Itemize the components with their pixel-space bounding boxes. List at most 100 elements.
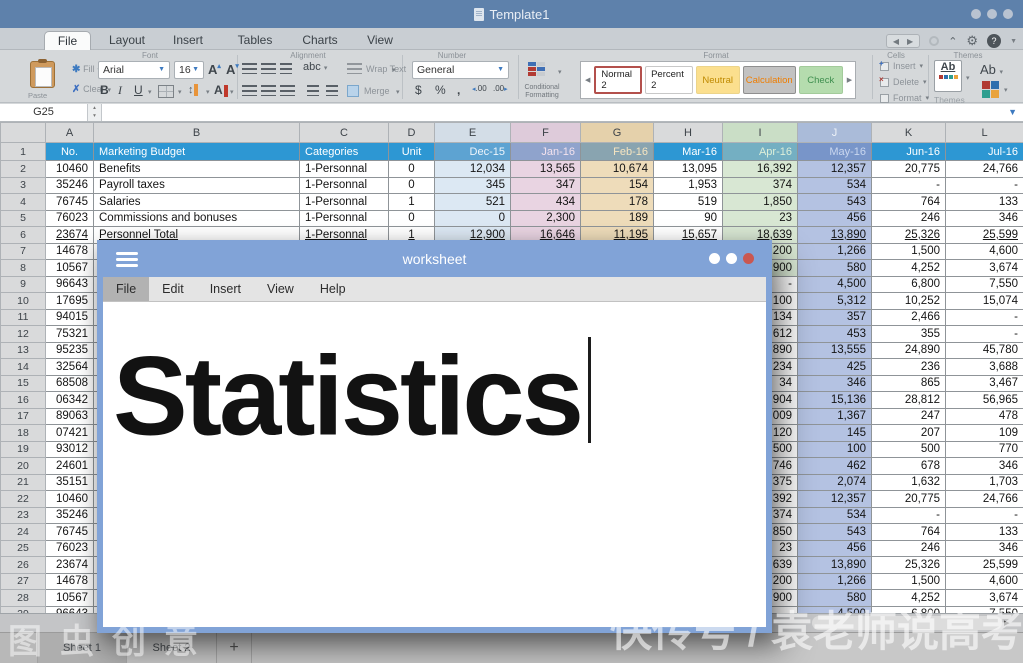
borders-caret-icon[interactable]: ▾ <box>178 88 182 96</box>
row-header[interactable]: 27 <box>1 573 46 590</box>
cell[interactable]: - <box>872 177 946 194</box>
cell[interactable]: 534 <box>798 177 872 194</box>
cell[interactable]: 2,300 <box>511 210 581 227</box>
cell[interactable]: 32564 <box>46 359 94 376</box>
conditional-formatting-caret-icon[interactable]: ▾ <box>558 68 562 76</box>
cell[interactable]: 24,890 <box>872 342 946 359</box>
cell[interactable]: 75321 <box>46 326 94 343</box>
style-chip-normal-2[interactable]: Normal 2 <box>594 66 642 94</box>
comma-button[interactable]: , <box>457 83 460 97</box>
cell[interactable]: 1-Personnal <box>300 194 389 211</box>
cell[interactable]: 1,632 <box>872 474 946 491</box>
cell[interactable]: 1,500 <box>872 573 946 590</box>
themes-caret-icon[interactable]: ▾ <box>966 74 970 82</box>
cell[interactable]: 500 <box>872 441 946 458</box>
cell[interactable]: 189 <box>581 210 654 227</box>
worksheet-menu-file[interactable]: File <box>103 277 149 301</box>
cell[interactable]: 0 <box>435 210 511 227</box>
cell[interactable]: 4,600 <box>946 573 1023 590</box>
cell[interactable]: 35246 <box>46 507 94 524</box>
col-header-H[interactable]: H <box>654 123 723 143</box>
cell[interactable]: 25,326 <box>872 227 946 244</box>
row-header[interactable]: 28 <box>1 590 46 607</box>
cell[interactable]: 10567 <box>46 590 94 607</box>
cell[interactable]: 534 <box>798 507 872 524</box>
row-header[interactable]: 13 <box>1 342 46 359</box>
row-header[interactable]: 29 <box>1 606 46 613</box>
cell[interactable]: 35151 <box>46 474 94 491</box>
theme-colors-caret-icon[interactable]: ▾ <box>1004 86 1008 94</box>
row-header[interactable]: 15 <box>1 375 46 392</box>
cell[interactable]: 374 <box>723 177 798 194</box>
header-cell[interactable]: Jun-16 <box>872 143 946 161</box>
increase-indent-button[interactable] <box>326 85 338 96</box>
cell[interactable]: 478 <box>946 408 1023 425</box>
cell[interactable]: 14678 <box>46 573 94 590</box>
header-cell[interactable]: Jul-16 <box>946 143 1023 161</box>
cell[interactable]: 1-Personnal <box>300 210 389 227</box>
cell[interactable]: Salaries <box>94 194 300 211</box>
cell[interactable]: 236 <box>872 359 946 376</box>
italic-button[interactable]: I <box>118 83 122 98</box>
cell[interactable]: 764 <box>872 194 946 211</box>
scroll-right-icon[interactable]: ▸ <box>1004 616 1010 629</box>
cell[interactable]: 246 <box>872 540 946 557</box>
cell[interactable]: 1,367 <box>798 408 872 425</box>
window-controls[interactable] <box>971 9 1013 19</box>
cell[interactable]: 07421 <box>46 425 94 442</box>
cell[interactable]: 145 <box>798 425 872 442</box>
decrease-decimal-button[interactable]: .00▸ <box>493 84 508 93</box>
chevron-down-icon[interactable]: ▼ <box>1010 38 1017 45</box>
theme-fonts-button[interactable]: Ab ▾ <box>980 62 1003 77</box>
cell[interactable]: 346 <box>946 210 1023 227</box>
cell[interactable]: Commissions and bonuses <box>94 210 300 227</box>
row-header[interactable]: 12 <box>1 326 46 343</box>
cell[interactable]: - <box>946 309 1023 326</box>
merge-button[interactable]: Merge <box>364 86 390 96</box>
cell[interactable]: 4,600 <box>946 243 1023 260</box>
cell[interactable]: 25,326 <box>872 557 946 574</box>
cell[interactable]: 1-Personnal <box>300 177 389 194</box>
col-header-D[interactable]: D <box>389 123 435 143</box>
format-cells-button[interactable]: Format▾ <box>880 93 929 103</box>
add-sheet-button[interactable]: + <box>217 633 252 663</box>
cell[interactable]: 96643 <box>46 276 94 293</box>
cell[interactable]: 3,467 <box>946 375 1023 392</box>
wrap-text-caret-icon[interactable]: ▾ <box>392 66 396 74</box>
cell[interactable]: 109 <box>946 425 1023 442</box>
cell[interactable]: 14678 <box>46 243 94 260</box>
cell[interactable]: 1 <box>389 194 435 211</box>
row-header[interactable]: 6 <box>1 227 46 244</box>
header-cell[interactable]: Categories <box>300 143 389 161</box>
row-header[interactable]: 17 <box>1 408 46 425</box>
cell[interactable]: - <box>946 326 1023 343</box>
nav-arrows[interactable]: ◀▶ <box>886 34 920 48</box>
cell[interactable]: 13,890 <box>798 227 872 244</box>
cell[interactable]: 25,599 <box>946 227 1023 244</box>
row-header[interactable]: 3 <box>1 177 46 194</box>
ribbon-tab-charts[interactable]: Charts <box>290 31 350 50</box>
header-cell[interactable]: Feb-16 <box>581 143 654 161</box>
cell[interactable]: 357 <box>798 309 872 326</box>
cell[interactable]: 1,953 <box>654 177 723 194</box>
header-cell[interactable]: Apr-16 <box>723 143 798 161</box>
row-header[interactable]: 8 <box>1 260 46 277</box>
cell[interactable]: 178 <box>581 194 654 211</box>
cell[interactable]: 100 <box>798 441 872 458</box>
cell[interactable]: 346 <box>946 458 1023 475</box>
cell[interactable]: 20,775 <box>872 161 946 178</box>
cell[interactable]: 521 <box>435 194 511 211</box>
ribbon-tab-layout[interactable]: Layout <box>98 31 156 50</box>
cell[interactable]: 246 <box>872 210 946 227</box>
cell[interactable]: 678 <box>872 458 946 475</box>
cell[interactable]: 0 <box>389 210 435 227</box>
scrollbar-thumb[interactable] <box>812 616 1002 630</box>
cell[interactable]: 2,466 <box>872 309 946 326</box>
col-header-E[interactable]: E <box>435 123 511 143</box>
row-header[interactable]: 26 <box>1 557 46 574</box>
cell[interactable]: 95235 <box>46 342 94 359</box>
cell[interactable]: 453 <box>798 326 872 343</box>
cell[interactable]: 1,500 <box>872 243 946 260</box>
col-header-J[interactable]: J <box>798 123 872 143</box>
cell[interactable]: 89063 <box>46 408 94 425</box>
